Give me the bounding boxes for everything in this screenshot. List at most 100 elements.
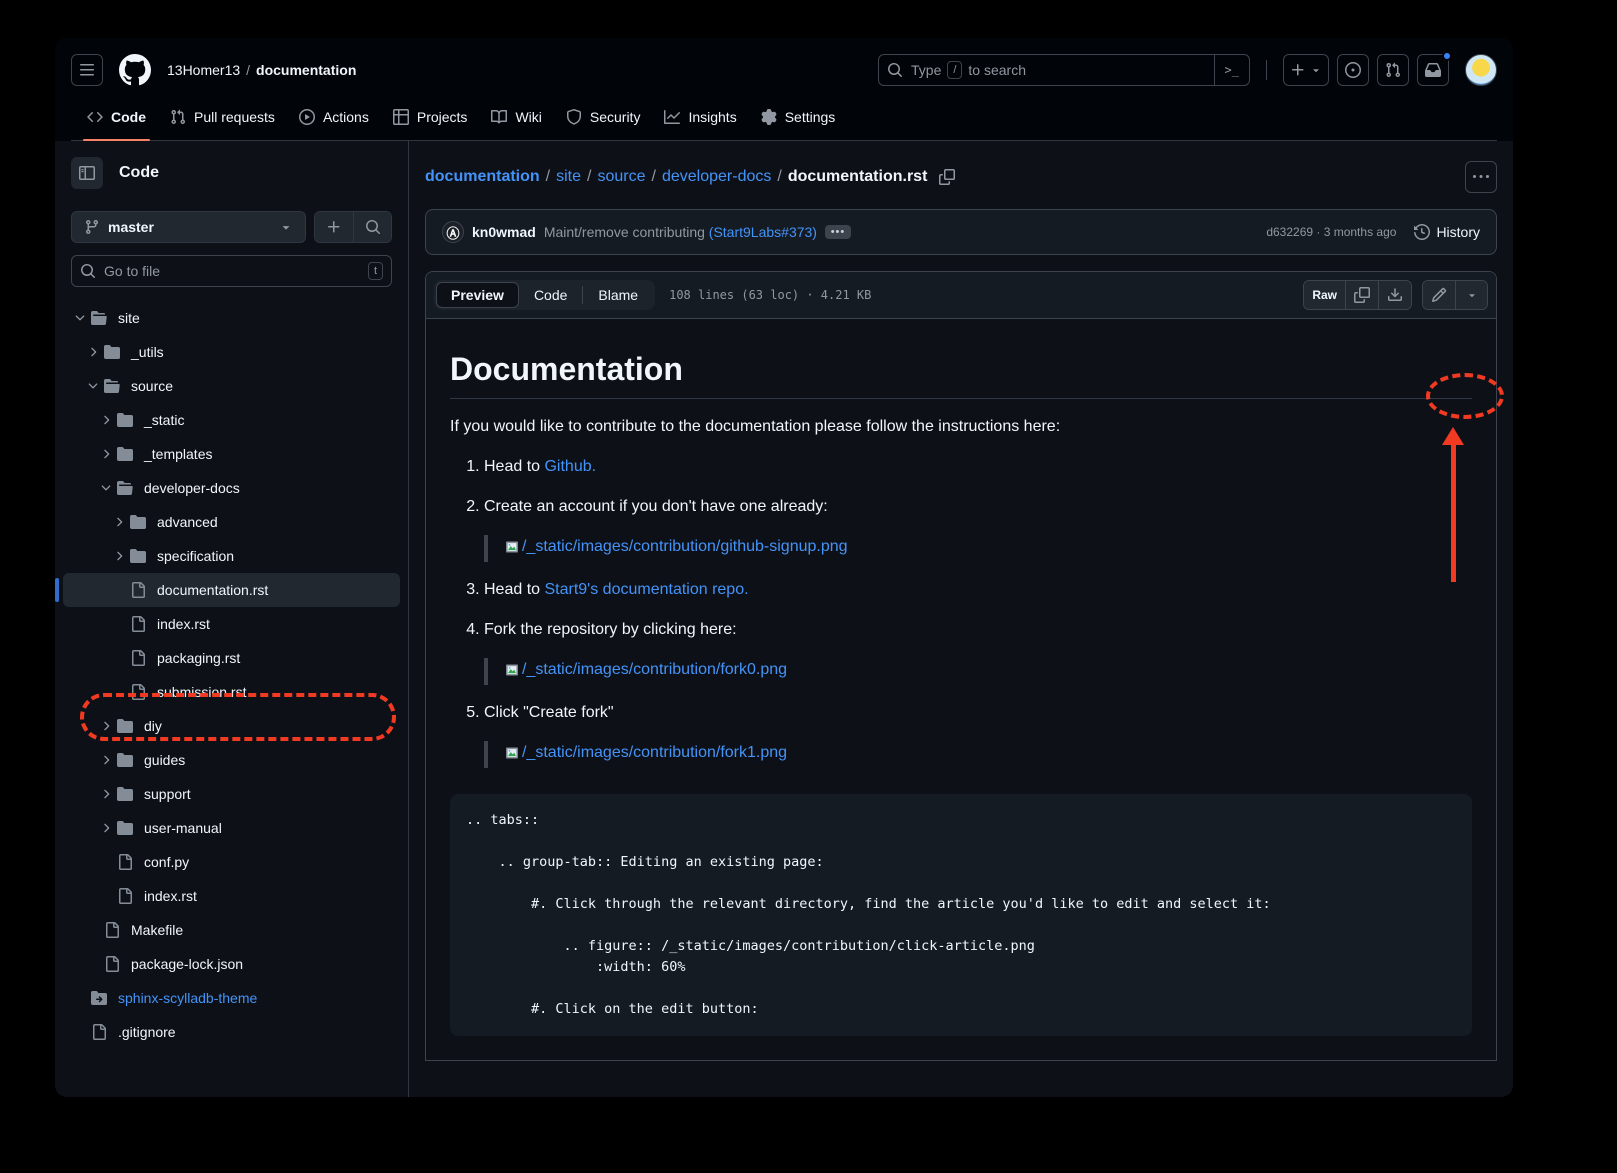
edit-actions-group	[1422, 280, 1488, 310]
tree-item-gitignore[interactable]: .gitignore	[63, 1015, 400, 1049]
tab-insights[interactable]: Insights	[656, 94, 744, 140]
tree-item-user-manual[interactable]: user-manual	[63, 811, 400, 845]
tab-security[interactable]: Security	[558, 94, 649, 140]
chevron-right-icon[interactable]	[99, 821, 113, 835]
chevron-down-icon[interactable]	[86, 379, 100, 393]
tree-item-guides[interactable]: guides	[63, 743, 400, 777]
search-icon	[887, 62, 903, 78]
add-file-button[interactable]	[315, 212, 353, 242]
breadcrumb-site-link[interactable]: site	[556, 168, 581, 186]
commit-pr-link[interactable]: (Start9Labs#373)	[709, 224, 817, 240]
hamburger-menu-button[interactable]	[71, 54, 103, 86]
tab-settings[interactable]: Settings	[753, 94, 844, 140]
chevron-right-icon[interactable]	[99, 413, 113, 427]
collapse-sidebar-button[interactable]	[71, 157, 103, 189]
pull-requests-button[interactable]	[1377, 54, 1409, 86]
tree-item-index-rst[interactable]: index.rst	[63, 607, 400, 641]
plus-icon	[326, 219, 342, 235]
tab-pull-requests[interactable]: Pull requests	[162, 94, 283, 140]
history-button[interactable]: History	[1414, 224, 1480, 240]
breadcrumb-repo-link[interactable]: documentation	[425, 168, 540, 186]
tree-item-utils[interactable]: _utils	[63, 335, 400, 369]
edit-file-button[interactable]	[1423, 281, 1455, 309]
image-path-link[interactable]: /_static/images/contribution/fork1.png	[504, 741, 787, 765]
tree-item-specification[interactable]: specification	[63, 539, 400, 573]
list-item: Create an account if you don't have one …	[484, 495, 1472, 562]
create-new-button[interactable]	[1283, 54, 1329, 86]
issues-button[interactable]	[1337, 54, 1369, 86]
chevron-down-icon[interactable]	[99, 481, 113, 495]
tree-item-advanced[interactable]: advanced	[63, 505, 400, 539]
chevron-right-icon[interactable]	[86, 345, 100, 359]
branch-selector[interactable]: master	[71, 211, 306, 243]
user-avatar[interactable]	[1465, 54, 1497, 86]
folder-icon	[117, 718, 133, 734]
image-path-link[interactable]: /_static/images/contribution/github-sign…	[504, 535, 848, 559]
commit-author-avatar[interactable]: Ⓐ	[442, 221, 464, 243]
current-branch-label: master	[108, 219, 271, 235]
github-link[interactable]: Github.	[544, 458, 596, 475]
image-path-link[interactable]: /_static/images/contribution/fork0.png	[504, 658, 787, 682]
tree-item-makefile[interactable]: Makefile	[63, 913, 400, 947]
submodule-icon	[91, 990, 107, 1006]
tree-item-index-rst-2[interactable]: index.rst	[63, 879, 400, 913]
tab-projects[interactable]: Projects	[385, 94, 476, 140]
copy-path-button[interactable]	[939, 169, 955, 185]
command-palette-icon[interactable]: >_	[1214, 55, 1249, 85]
chevron-right-icon[interactable]	[112, 549, 126, 563]
download-raw-button[interactable]	[1378, 281, 1411, 309]
tree-item-documentation-rst[interactable]: documentation.rst	[63, 573, 400, 607]
chevron-right-icon[interactable]	[99, 719, 113, 733]
raw-button[interactable]: Raw	[1304, 281, 1345, 309]
tab-preview[interactable]: Preview	[436, 282, 519, 308]
repo-name-link[interactable]: documentation	[256, 62, 356, 78]
tree-item-source[interactable]: source	[63, 369, 400, 403]
chevron-right-icon[interactable]	[99, 447, 113, 461]
tab-wiki[interactable]: Wiki	[483, 94, 549, 140]
search-tree-button[interactable]	[353, 212, 391, 242]
git-pull-request-icon	[170, 109, 186, 125]
tab-blame[interactable]: Blame	[583, 282, 653, 308]
app-header: 13Homer13 / documentation Type / to sear…	[55, 38, 1513, 141]
repo-owner-link[interactable]: 13Homer13	[167, 62, 240, 78]
commit-sha-age[interactable]: d632269 · 3 months ago	[1266, 225, 1396, 239]
breadcrumb-separator: /	[246, 62, 250, 78]
tree-item-developer-docs[interactable]: developer-docs	[63, 471, 400, 505]
go-to-file-input[interactable]: Go to file t	[71, 255, 392, 287]
edit-dropdown-button[interactable]	[1455, 281, 1487, 309]
tab-code[interactable]: Code	[79, 94, 154, 140]
go-to-file-placeholder: Go to file	[104, 263, 360, 279]
tree-item-static[interactable]: _static	[63, 403, 400, 437]
tab-actions[interactable]: Actions	[291, 94, 377, 140]
chevron-right-icon[interactable]	[112, 515, 126, 529]
github-logo-icon[interactable]	[119, 54, 151, 86]
tree-item-package-lock-json[interactable]: package-lock.json	[63, 947, 400, 981]
file-icon	[130, 582, 146, 598]
tree-item-submission-rst[interactable]: submission.rst	[63, 675, 400, 709]
tree-item-diy[interactable]: diy	[63, 709, 400, 743]
commit-author-link[interactable]: kn0wmad	[472, 224, 536, 240]
caret-down-icon	[279, 220, 293, 234]
start9-docs-repo-link[interactable]: Start9's documentation repo.	[544, 581, 748, 598]
tab-code-view[interactable]: Code	[519, 282, 582, 308]
tree-item-site[interactable]: site	[63, 301, 400, 335]
copy-raw-button[interactable]	[1345, 281, 1378, 309]
chevron-down-icon[interactable]	[73, 311, 87, 325]
tree-item-support[interactable]: support	[63, 777, 400, 811]
breadcrumb-source-link[interactable]: source	[597, 168, 645, 186]
breadcrumb-developer-docs-link[interactable]: developer-docs	[662, 168, 771, 186]
chevron-right-icon[interactable]	[99, 753, 113, 767]
file-kebab-menu-button[interactable]	[1465, 161, 1497, 193]
tree-item-packaging-rst[interactable]: packaging.rst	[63, 641, 400, 675]
tree-item-conf-py[interactable]: conf.py	[63, 845, 400, 879]
file-icon	[117, 854, 133, 870]
global-search-input[interactable]: Type / to search >_	[878, 54, 1250, 86]
commit-ellipsis-button[interactable]: •••	[825, 225, 851, 239]
tree-item-sphinx-scylladb-theme[interactable]: sphinx-scylladb-theme	[63, 981, 400, 1015]
rst-code-block[interactable]: .. tabs:: .. group-tab:: Editing an exis…	[450, 794, 1472, 1036]
play-icon	[299, 109, 315, 125]
file-icon	[104, 922, 120, 938]
chevron-right-icon[interactable]	[99, 787, 113, 801]
folder-icon	[130, 514, 146, 530]
tree-item-templates[interactable]: _templates	[63, 437, 400, 471]
